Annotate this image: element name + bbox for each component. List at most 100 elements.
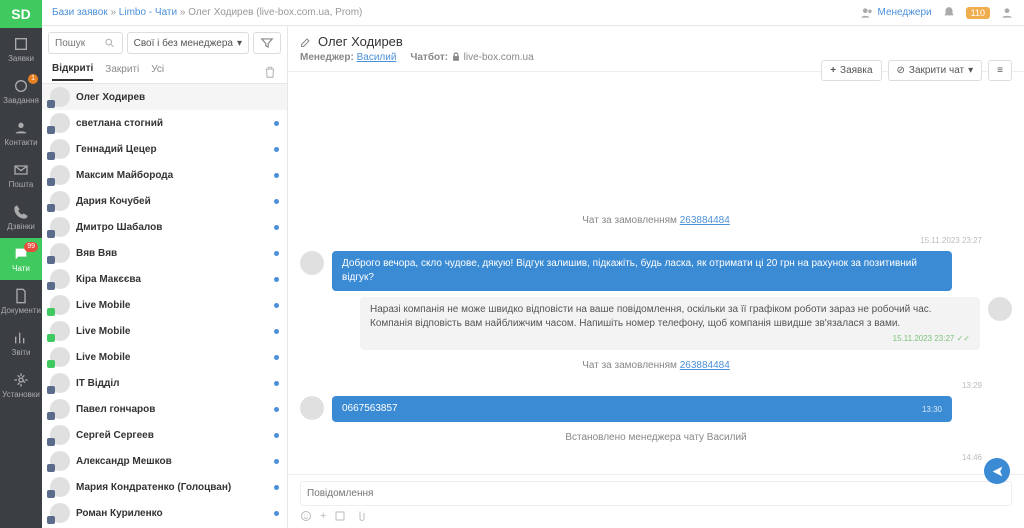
sidebar-item-docs[interactable]: Документи	[0, 280, 42, 322]
status-dot	[274, 225, 279, 230]
chat-list-item[interactable]: Максим Майборода	[42, 162, 287, 188]
status-dot	[274, 355, 279, 360]
avatar	[300, 251, 324, 275]
sidebar-item-settings[interactable]: Установки	[0, 364, 42, 406]
chat-list-item[interactable]: Роман Куриленко	[42, 500, 287, 526]
chat-list-item[interactable]: IT Відділ	[42, 370, 287, 396]
emoji-icon[interactable]	[300, 510, 312, 522]
avatar	[50, 217, 70, 237]
status-dot	[274, 277, 279, 282]
more-button[interactable]: ≡	[988, 60, 1012, 81]
edit-icon[interactable]	[300, 36, 312, 48]
attach-icon[interactable]	[354, 510, 366, 522]
chat-name: Кіра Макєєва	[76, 274, 141, 285]
status-dot	[274, 433, 279, 438]
sidebar-item-chats[interactable]: Чати99	[0, 238, 42, 280]
composer: +	[288, 474, 1024, 528]
chat-list-item[interactable]: Мария Кондратенко (Голоцван)	[42, 474, 287, 500]
order-link[interactable]: 263884484	[680, 215, 730, 226]
avatar	[50, 87, 70, 107]
close-chat-button[interactable]: ⊘ Закрити чат ▾	[888, 60, 983, 81]
avatar	[988, 297, 1012, 321]
status-dot	[274, 329, 279, 334]
sidebar-item-calls[interactable]: Дзвінки	[0, 196, 42, 238]
sidebar-item-reports[interactable]: Звіти	[0, 322, 42, 364]
task-badge: 1	[28, 74, 38, 84]
crumb-bases[interactable]: Бази заявок	[52, 7, 108, 18]
plus-icon[interactable]: +	[320, 510, 326, 522]
chat-list-item[interactable]: светлана стогний	[42, 110, 287, 136]
chat-title: Олег Ходирев	[300, 34, 1012, 49]
filter-scope[interactable]: Свої і без менеджера ▾	[127, 32, 249, 54]
msg-time: 13:29	[962, 381, 982, 390]
sidebar-item-tasks[interactable]: Завдання1	[0, 70, 42, 112]
chat-list-item[interactable]: Кіра Макєєва	[42, 266, 287, 292]
chat-list-item[interactable]: Александр Мешков	[42, 448, 287, 474]
avatar	[50, 113, 70, 133]
chat-name: светлана стогний	[76, 118, 163, 129]
status-dot	[274, 485, 279, 490]
chat-list-item[interactable]: Live Mobile	[42, 318, 287, 344]
tab-open[interactable]: Відкриті	[52, 63, 93, 81]
template-icon[interactable]	[334, 510, 346, 522]
sidebar-item-contacts[interactable]: Контакти	[0, 112, 42, 154]
tab-closed[interactable]: Закриті	[105, 64, 139, 80]
avatar	[50, 165, 70, 185]
status-dot	[274, 459, 279, 464]
status-dot	[274, 251, 279, 256]
chat-list-item[interactable]: Live Mobile	[42, 344, 287, 370]
filter-button[interactable]	[253, 32, 281, 54]
chat-name: Роман Куриленко	[76, 508, 163, 519]
managers-link[interactable]: Менеджери	[860, 6, 932, 20]
status-dot	[274, 381, 279, 386]
chat-list-item[interactable]: Live Mobile	[42, 292, 287, 318]
avatar	[50, 373, 70, 393]
sidebar-item-requests[interactable]: Заявки	[0, 28, 42, 70]
messages-area[interactable]: Чат за замовленням 263884484 15.11.2023 …	[288, 72, 1024, 474]
search-input[interactable]	[48, 32, 123, 54]
msg-in: 066756385713:30	[332, 396, 952, 422]
message-input[interactable]	[300, 481, 1012, 506]
chat-list-item[interactable]: Олег Ходирев	[42, 84, 287, 110]
chat-badge: 99	[24, 242, 38, 252]
lock-icon	[451, 52, 461, 62]
main-sidebar: SD Заявки Завдання1 Контакти Пошта Дзвін…	[0, 0, 42, 528]
status-dot	[274, 147, 279, 152]
chat-name: Геннадий Цецер	[76, 144, 157, 155]
avatar	[300, 396, 324, 420]
search-icon	[104, 36, 115, 50]
status-dot	[274, 303, 279, 308]
chat-list[interactable]: Олег Ходирев светлана стогний Геннадий Цец…	[42, 84, 287, 528]
add-request-button[interactable]: + Заявка	[821, 60, 881, 81]
user-menu-icon[interactable]	[1000, 6, 1014, 20]
breadcrumb: Бази заявок » Limbo - Чати » Олег Ходире…	[52, 7, 362, 18]
avatar	[50, 399, 70, 419]
trash-icon[interactable]	[263, 65, 277, 79]
send-button[interactable]	[984, 458, 1010, 484]
order-link[interactable]: 263884484	[680, 360, 730, 371]
status-dot	[274, 173, 279, 178]
chat-name: Павел гончаров	[76, 404, 155, 415]
chat-list-item[interactable]: Павел гончаров	[42, 396, 287, 422]
chat-list-item[interactable]: Вяв Вяв	[42, 240, 287, 266]
sidebar-item-mail[interactable]: Пошта	[0, 154, 42, 196]
chat-list-item[interactable]: Дмитро Шабалов	[42, 214, 287, 240]
chat-list-item[interactable]: Дария Кочубей	[42, 188, 287, 214]
manager-link[interactable]: Василий	[357, 52, 397, 63]
sys-msg: Встановлено менеджера чату Василий	[300, 432, 1012, 443]
chat-name: Максим Майборода	[76, 170, 173, 181]
chat-name: Вяв Вяв	[76, 248, 117, 259]
avatar	[50, 191, 70, 211]
chat-list-item[interactable]: Геннадий Цецер	[42, 136, 287, 162]
crumb-limbo[interactable]: Limbo - Чати	[119, 7, 177, 18]
chat-panel: Олег Ходирев Менеджер: Василий Чатбот: l…	[288, 26, 1024, 528]
list-tabs: Відкриті Закриті Усі	[42, 60, 287, 84]
avatar	[50, 295, 70, 315]
chat-list-item[interactable]: Сергей Сергеев	[42, 422, 287, 448]
chat-name: Дмитро Шабалов	[76, 222, 162, 233]
tab-all[interactable]: Усі	[151, 64, 164, 80]
chat-name: Сергей Сергеев	[76, 430, 154, 441]
notif-count: 110	[966, 7, 990, 19]
chat-header: Олег Ходирев Менеджер: Василий Чатбот: l…	[288, 26, 1024, 72]
bell-icon[interactable]	[942, 6, 956, 20]
